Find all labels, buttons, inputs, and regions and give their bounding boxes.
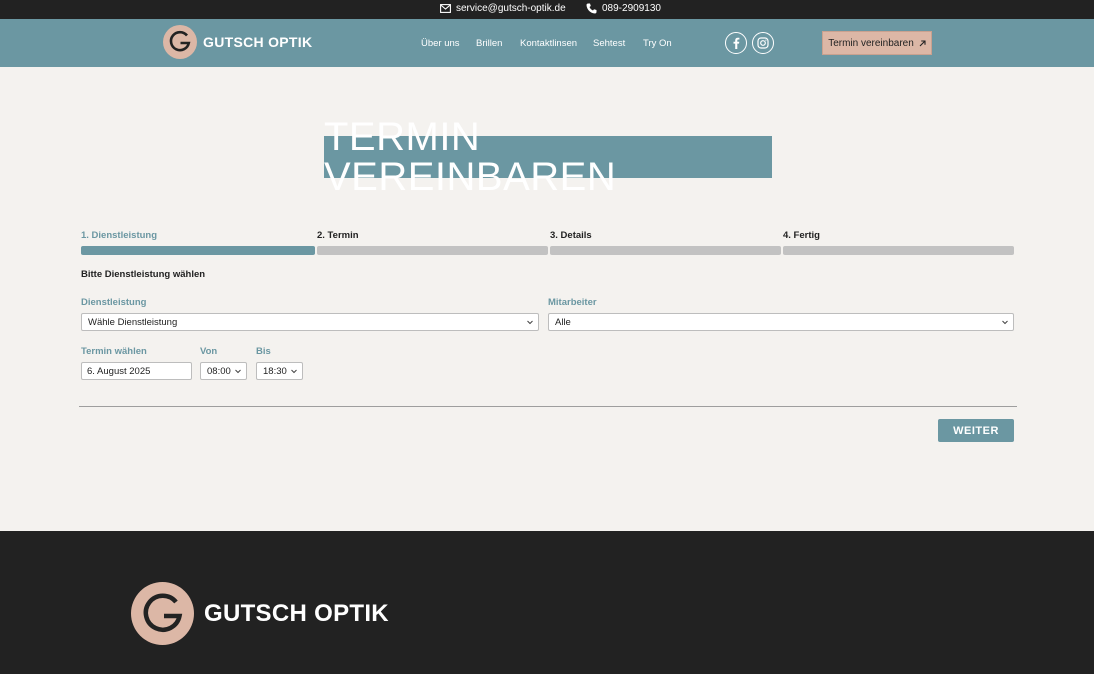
chevron-down-icon xyxy=(235,369,241,374)
service-label: Dienstleistung xyxy=(81,297,147,308)
chevron-down-icon xyxy=(291,369,297,374)
nav-item-ueber-uns[interactable]: Über uns xyxy=(421,38,460,49)
site-header: GUTSCH OPTIK Über uns Brillen Kontaktlin… xyxy=(0,19,1094,67)
staff-select[interactable]: Alle xyxy=(548,313,1014,331)
to-time-value: 18:30 xyxy=(263,365,287,377)
date-label: Termin wählen xyxy=(81,346,147,357)
step-bar-done xyxy=(783,246,1014,255)
step-label-details: 3. Details xyxy=(550,230,592,241)
contact-phone-link[interactable]: 089-2909130 xyxy=(586,3,661,14)
nav-item-kontaktlinsen[interactable]: Kontaktlinsen xyxy=(520,38,577,49)
nav-item-try-on[interactable]: Try On xyxy=(643,38,672,49)
brand-logo[interactable]: GUTSCH OPTIK xyxy=(163,25,312,59)
footer-brand-name: GUTSCH OPTIK xyxy=(204,599,389,627)
step-bar-service xyxy=(81,246,315,255)
contact-email-link[interactable]: service@gutsch-optik.de xyxy=(440,3,566,14)
header-book-appointment-button[interactable]: Termin vereinbaren xyxy=(822,31,932,55)
page-title: TERMIN VEREINBAREN xyxy=(324,117,772,197)
next-button[interactable]: WEITER xyxy=(938,419,1014,442)
contact-phone: 089-2909130 xyxy=(602,3,661,14)
logo-g-icon xyxy=(163,25,197,59)
top-contact-bar: service@gutsch-optik.de 089-2909130 xyxy=(0,0,1094,19)
logo-g-icon xyxy=(131,582,194,645)
from-time-select[interactable]: 08:00 xyxy=(200,362,247,380)
step-bar-details xyxy=(550,246,781,255)
staff-label: Mitarbeiter xyxy=(548,297,597,308)
from-label: Von xyxy=(200,346,218,357)
from-time-value: 08:00 xyxy=(207,365,231,377)
service-select-value: Wähle Dienstleistung xyxy=(88,316,178,328)
form-subheading: Bitte Dienstleistung wählen xyxy=(81,269,206,280)
cta-label: Termin vereinbaren xyxy=(828,37,914,49)
service-select[interactable]: Wähle Dienstleistung xyxy=(81,313,539,331)
to-time-select[interactable]: 18:30 xyxy=(256,362,303,380)
date-input[interactable]: 6. August 2025 xyxy=(81,362,192,380)
arrow-up-right-icon xyxy=(919,39,926,46)
staff-select-value: Alle xyxy=(555,316,571,328)
contact-email: service@gutsch-optik.de xyxy=(456,3,566,14)
nav-item-brillen[interactable]: Brillen xyxy=(476,38,502,49)
to-label: Bis xyxy=(256,346,271,357)
step-label-service[interactable]: 1. Dienstleistung xyxy=(81,230,157,241)
facebook-icon[interactable] xyxy=(725,32,747,54)
brand-name: GUTSCH OPTIK xyxy=(203,34,313,50)
nav-item-sehtest[interactable]: Sehtest xyxy=(593,38,625,49)
step-label-date: 2. Termin xyxy=(317,230,359,241)
envelope-icon xyxy=(440,4,451,13)
phone-icon xyxy=(586,3,597,14)
footer-brand-logo[interactable]: GUTSCH OPTIK xyxy=(131,582,389,645)
form-divider xyxy=(79,406,1017,407)
step-bar-date xyxy=(317,246,548,255)
date-input-value: 6. August 2025 xyxy=(87,365,151,377)
step-label-done: 4. Fertig xyxy=(783,230,820,241)
site-footer: GUTSCH OPTIK xyxy=(0,531,1094,674)
chevron-down-icon xyxy=(1002,320,1008,325)
instagram-icon[interactable] xyxy=(752,32,774,54)
chevron-down-icon xyxy=(527,320,533,325)
